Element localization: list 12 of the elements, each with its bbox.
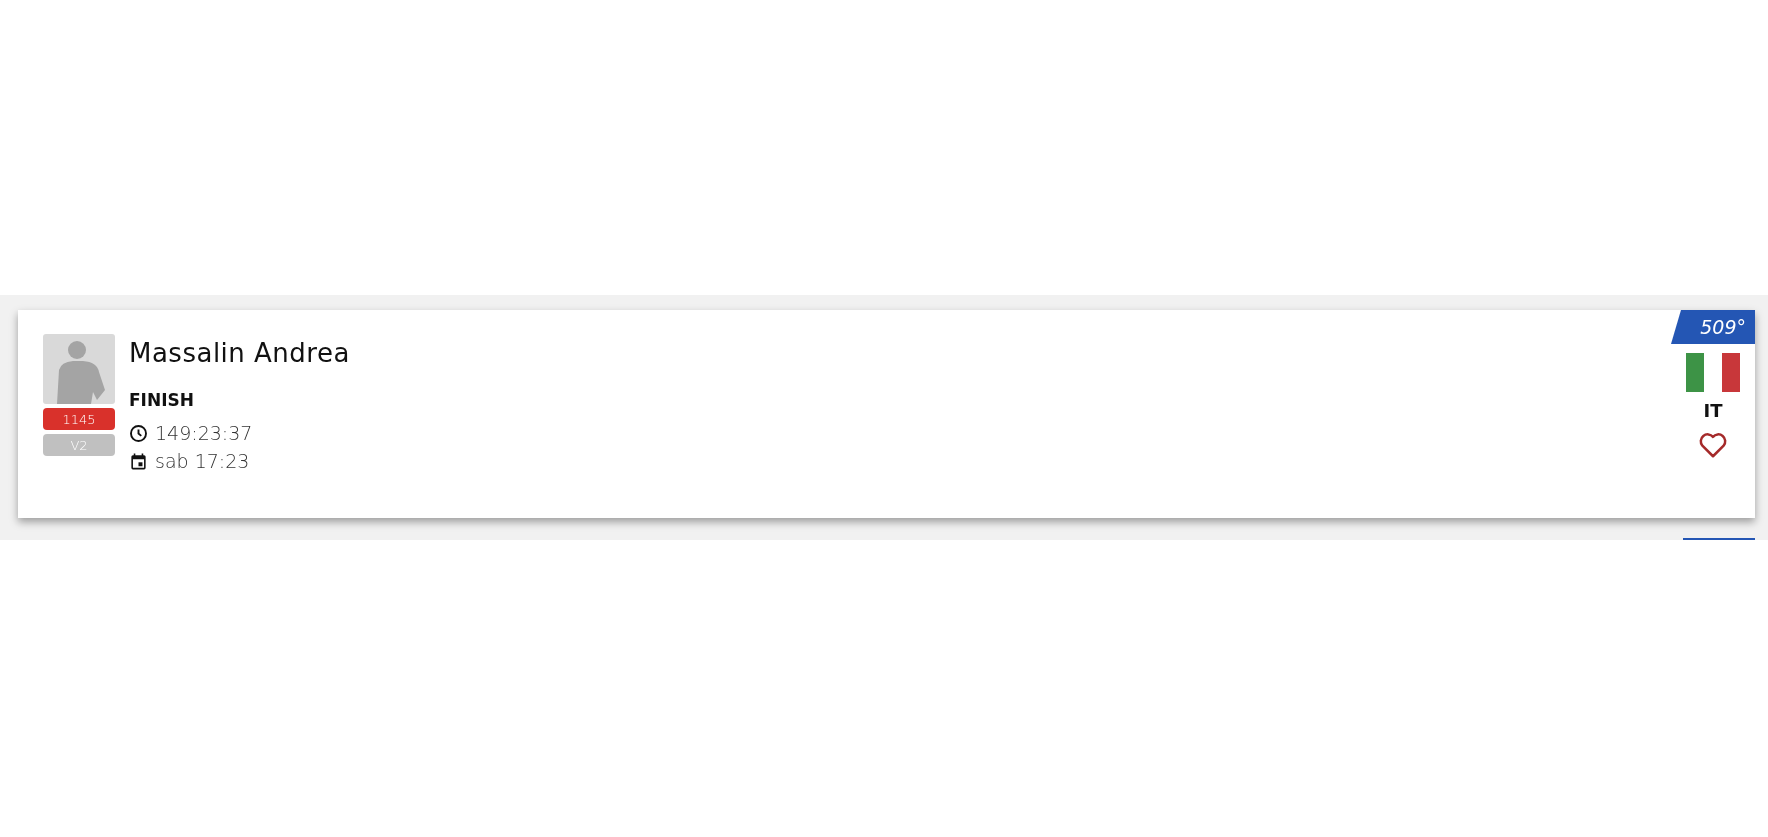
avatar-silhouette xyxy=(43,334,115,404)
athlete-name: Massalin Andrea xyxy=(129,338,350,370)
status-label: FINISH xyxy=(129,390,195,410)
bib-number: 1145 xyxy=(43,408,115,430)
country-code: IT xyxy=(1703,400,1723,421)
finish-date: sab 17:23 xyxy=(155,450,250,472)
heart-icon[interactable] xyxy=(1698,431,1728,459)
finish-time: 149:23:37 xyxy=(155,422,253,444)
flag-icon xyxy=(1686,353,1740,392)
clock-icon xyxy=(129,423,148,443)
rank-tag: 509° xyxy=(1671,310,1755,344)
calendar-icon xyxy=(129,451,148,471)
